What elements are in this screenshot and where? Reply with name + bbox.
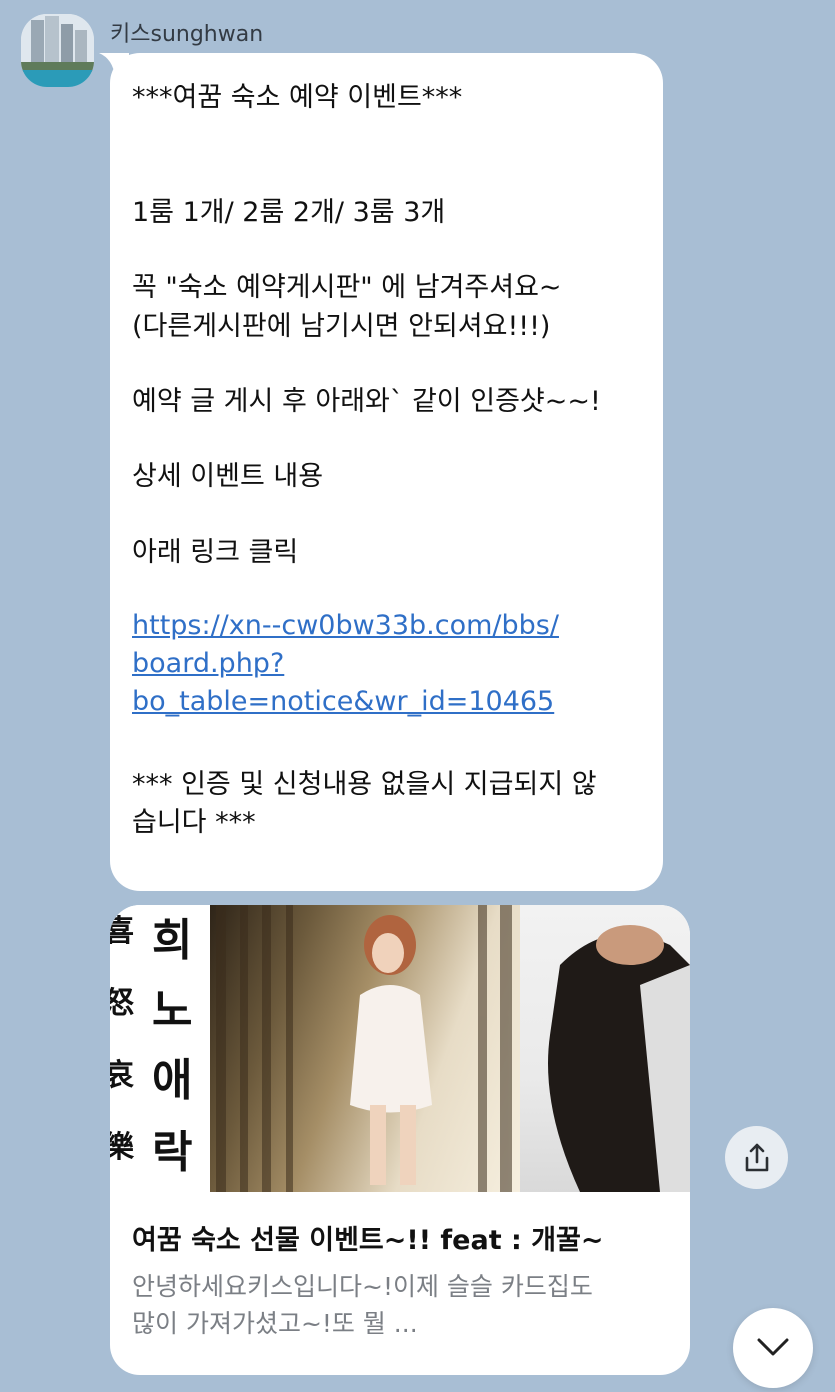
- event-link[interactable]: board.php?: [132, 648, 284, 679]
- calligraphy-char: 희: [152, 915, 193, 966]
- share-button[interactable]: [725, 1126, 788, 1189]
- message-line: 습니다 ***: [132, 807, 256, 838]
- share-icon: [745, 1143, 768, 1171]
- link-preview-card[interactable]: 喜 怒 哀 樂 희 노 애 락 여꿈 숙소 선물 이벤트~!! feat: 개…: [110, 905, 690, 1375]
- calligraphy-char: 哀: [110, 1058, 134, 1093]
- preview-image[interactable]: 喜 怒 哀 樂 희 노 애 락: [110, 905, 690, 1192]
- calligraphy-panel: 喜 怒 哀 樂 희 노 애 락: [110, 905, 210, 1192]
- sender-name: 키스sunghwan: [110, 22, 264, 47]
- calligraphy-char: 樂: [110, 1130, 134, 1165]
- message-line: ***여꿈 숙소 예약 이벤트***: [132, 82, 463, 113]
- calligraphy-char: 애: [152, 1055, 193, 1106]
- message-line: 꼭 "숙소 예약게시판" 에 남겨주셔요~: [132, 272, 562, 303]
- message-line: 상세 이벤트 내용: [132, 461, 324, 492]
- preview-description: 많이 가져가셨고~!또 뭘 ...: [132, 1309, 418, 1338]
- event-link[interactable]: bo_table=notice&wr_id=10465: [132, 686, 554, 717]
- scroll-down-button[interactable]: [733, 1308, 813, 1388]
- chevron-down-icon: [757, 1338, 789, 1356]
- message-line: 예약 글 게시 후 아래와` 같이 인증샷~~!: [132, 386, 601, 417]
- message-line: 아래 링크 클릭: [132, 537, 299, 568]
- calligraphy-char: 락: [152, 1127, 193, 1178]
- message-line: (다른게시판에 남기시면 안되셔요!!!): [132, 311, 551, 342]
- preview-photo: [520, 905, 690, 1192]
- preview-title[interactable]: 여꿈 숙소 선물 이벤트~!! feat : 개꿀~: [132, 1218, 604, 1257]
- calligraphy-char: 喜: [110, 914, 134, 949]
- message-line: *** 인증 및 신청내용 없을시 지급되지 않: [132, 769, 597, 800]
- avatar[interactable]: [21, 14, 94, 87]
- message-bubble[interactable]: ***여꿈 숙소 예약 이벤트*** 1룸 1개/ 2룸 2개/ 3룸 3개 꼭…: [110, 53, 663, 891]
- message-line: 1룸 1개/ 2룸 2개/ 3룸 3개: [132, 197, 446, 228]
- avatar-image: [21, 14, 94, 87]
- calligraphy-char: 노: [152, 985, 193, 1036]
- calligraphy-char: 怒: [110, 986, 134, 1021]
- event-link[interactable]: https://xn--cw0bw33b.com/bbs/: [132, 610, 559, 641]
- preview-photo: [210, 905, 520, 1192]
- preview-description: 안녕하세요키스입니다~!이제 슬슬 카드집도: [132, 1272, 593, 1301]
